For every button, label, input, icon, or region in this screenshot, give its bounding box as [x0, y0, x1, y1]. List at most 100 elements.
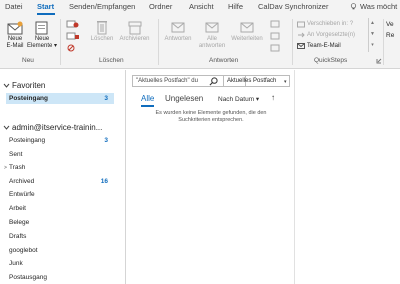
quickstep-to-manager[interactable]: An Vorgesetzte(n) — [297, 29, 375, 40]
account-header[interactable]: admin@itservice-trainin... — [3, 123, 102, 132]
message-list-pane: "Aktuelles Postfach" du Aktuelles Postfa… — [127, 70, 295, 284]
group-label-antworten: Antworten — [209, 57, 239, 64]
folder-sent[interactable]: Sent — [9, 151, 22, 158]
cleanup-icon[interactable] — [66, 32, 80, 40]
chevron-down-icon[interactable]: ▾ — [284, 79, 287, 85]
archive-icon — [128, 21, 141, 35]
ignore-icon[interactable] — [66, 20, 80, 28]
tell-me-search[interactable]: Was möcht — [350, 2, 397, 11]
folder-junk[interactable]: Junk — [9, 260, 23, 267]
tab-datei[interactable]: Datei — [5, 2, 23, 11]
tell-me-text: Was möcht — [360, 2, 398, 11]
reply-label: Antworten — [164, 36, 192, 42]
clipped-label-bottom: Re — [386, 32, 395, 39]
lightbulb-icon — [350, 3, 357, 10]
folder-arbeit[interactable]: Arbeit — [9, 205, 26, 212]
group-label-quicksteps: QuickSteps — [314, 57, 348, 64]
sort-by-dropdown[interactable]: Nach Datum ▾ — [218, 95, 259, 103]
group-label-neu: Neu — [22, 57, 34, 64]
archive-button[interactable]: Archivieren — [116, 19, 153, 43]
folder-posteingang[interactable]: Posteingang — [9, 137, 45, 144]
archive-label: Archivieren — [119, 36, 150, 42]
sort-direction-arrow[interactable]: ↑ — [271, 93, 275, 102]
new-items-icon — [35, 21, 48, 35]
quickstep-team-email-label: Team-E-Mail — [307, 42, 341, 49]
filter-active-indicator — [141, 105, 154, 107]
new-email-icon — [7, 21, 23, 35]
team-email-icon — [297, 42, 305, 49]
tab-ansicht[interactable]: Ansicht — [189, 2, 214, 11]
forward-label: Weiterleiten — [231, 36, 263, 42]
folder-pane: Favoriten Posteingang 3 admin@itservice-… — [0, 70, 126, 284]
group-divider — [383, 19, 384, 65]
favorite-inbox-count: 3 — [104, 95, 108, 102]
delete-button[interactable]: Löschen — [89, 19, 115, 43]
folder-drafts[interactable]: Drafts — [9, 233, 26, 240]
expand-icon[interactable]: > — [4, 165, 7, 171]
move-group-clipped[interactable]: Ve Re — [386, 19, 394, 41]
new-items-button[interactable]: Neue Elemente ▾ — [27, 21, 57, 50]
quicksteps-scroll[interactable]: ▲ ▼ ▾ — [368, 18, 376, 52]
reply-all-label-1: Alle — [206, 36, 217, 42]
folder-archived-count: 16 — [100, 178, 108, 185]
chevron-up-icon[interactable]: ▲ — [369, 18, 376, 29]
reply-all-icon — [205, 22, 219, 33]
reply-all-label-2: antworten — [198, 43, 226, 49]
im-icon[interactable] — [270, 32, 280, 40]
folder-googlebot[interactable]: googlebot — [9, 247, 38, 254]
quickstep-move-to[interactable]: Verschieben in: ? — [297, 18, 375, 29]
quickstep-team-email[interactable]: Team-E-Mail — [297, 40, 375, 51]
favorites-header[interactable]: Favoriten — [3, 81, 45, 90]
junk-icon[interactable] — [66, 44, 80, 52]
more-respond-icon[interactable] — [270, 44, 280, 52]
account-title: admin@itservice-trainin... — [12, 123, 103, 132]
reply-button[interactable]: Antworten — [161, 19, 195, 43]
ribbon: Neue E-Mail Neue Elemente ▾ Neu Löschen … — [0, 15, 400, 69]
quickstep-to-manager-label: An Vorgesetzte(n) — [307, 31, 356, 38]
delete-label: Löschen — [90, 36, 114, 42]
new-items-label-1: Neue — [34, 36, 50, 42]
dialog-launcher-icon[interactable] — [376, 58, 382, 64]
group-divider — [292, 19, 293, 65]
folder-entwuerfe[interactable]: Entwürfe — [9, 191, 35, 198]
chevron-down-icon — [3, 125, 10, 130]
tab-senden-empfangen[interactable]: Senden/Empfangen — [69, 2, 135, 11]
folder-trash[interactable]: Trash — [9, 164, 25, 171]
search-icon[interactable] — [209, 77, 218, 86]
tab-ordner[interactable]: Ordner — [149, 2, 172, 11]
folder-postausgang[interactable]: Postausgang — [9, 274, 47, 281]
meeting-icon[interactable] — [270, 20, 280, 28]
folder-arrow-icon — [297, 21, 305, 27]
reply-all-button[interactable]: Alle antworten — [197, 19, 227, 50]
chevron-down-icon — [3, 83, 10, 88]
expand-gallery-icon[interactable]: ▾ — [369, 40, 376, 51]
tab-start[interactable]: Start — [37, 2, 54, 11]
forward-icon — [240, 22, 254, 33]
search-scope-dropdown[interactable]: Aktuelles Postfach — [223, 75, 290, 87]
empty-message-line-1: Es wurden keine Elemente gefunden, die d… — [155, 110, 267, 116]
group-divider — [60, 19, 61, 65]
filter-all[interactable]: Alle — [141, 94, 154, 103]
tab-hilfe[interactable]: Hilfe — [228, 2, 243, 11]
new-email-button[interactable]: Neue E-Mail — [3, 21, 27, 50]
filter-unread[interactable]: Ungelesen — [165, 94, 203, 103]
sort-by-label: Nach Datum — [218, 96, 255, 103]
chevron-down-icon: ▾ — [254, 96, 260, 103]
quickstep-move-to-label: Verschieben in: ? — [307, 20, 354, 27]
group-label-loeschen: Löschen — [99, 57, 124, 64]
clipped-label-top: Ve — [386, 21, 394, 28]
favorite-inbox[interactable]: Posteingang — [9, 95, 48, 102]
forward-button[interactable]: Weiterleiten — [228, 19, 266, 43]
folder-archived[interactable]: Archived — [9, 178, 34, 185]
folder-belege[interactable]: Belege — [9, 219, 29, 226]
reading-pane — [296, 70, 400, 284]
trash-icon — [97, 21, 107, 35]
chevron-down-icon[interactable]: ▼ — [369, 29, 376, 40]
empty-message-line-2: Suchkriterien entsprechen. — [178, 117, 244, 123]
favorites-title: Favoriten — [12, 81, 46, 90]
tab-caldav-synchronizer[interactable]: CalDav Synchronizer — [258, 2, 328, 11]
arrow-right-icon — [298, 32, 305, 37]
reply-icon — [171, 22, 185, 33]
group-divider — [158, 19, 159, 65]
new-email-label-2: E-Mail — [6, 43, 24, 49]
